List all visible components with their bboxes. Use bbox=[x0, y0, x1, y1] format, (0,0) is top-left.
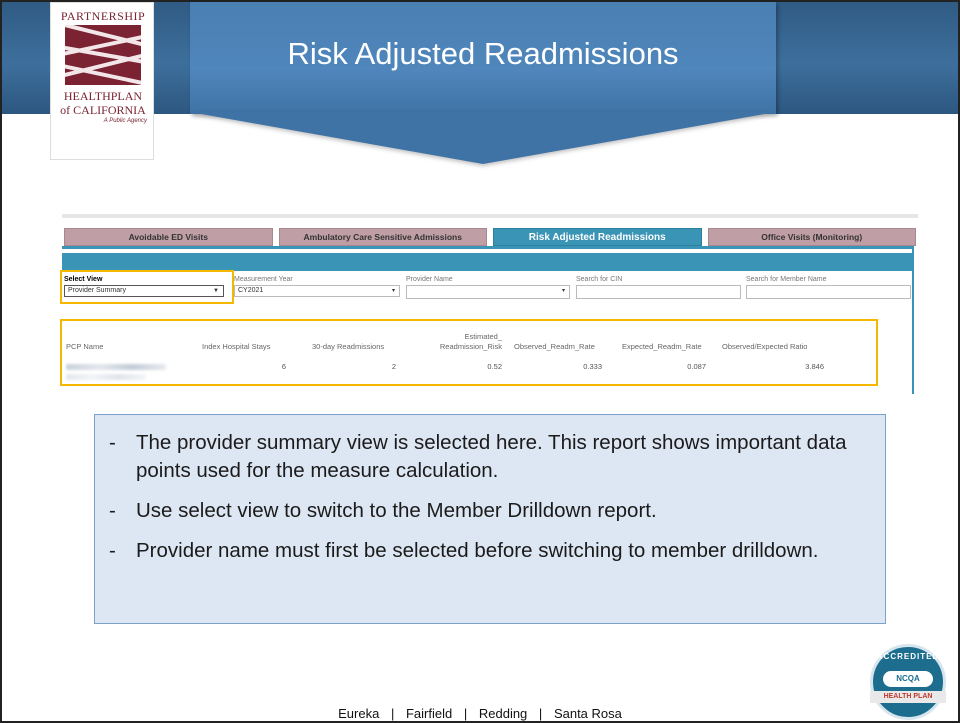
dashboard-top-rule bbox=[62, 214, 918, 218]
tab-avoidable-ed-visits[interactable]: Avoidable ED Visits bbox=[64, 228, 273, 246]
chevron-down-icon: ▾ bbox=[391, 288, 395, 294]
dashboard-tabs: Avoidable ED Visits Ambulatory Care Sens… bbox=[64, 228, 916, 246]
measurement-year-label: Measurement Year bbox=[234, 276, 293, 283]
search-member-input[interactable] bbox=[746, 285, 911, 299]
bullet-dash: - bbox=[109, 539, 116, 562]
footer-location-eureka: Eureka bbox=[338, 706, 380, 721]
chevron-down-icon: ▾ bbox=[561, 288, 565, 294]
footer-location-fairfield: Fairfield bbox=[405, 706, 453, 721]
provider-name-filter: Provider Name ▾ bbox=[406, 275, 570, 301]
measurement-year-value: CY2021 bbox=[238, 287, 264, 294]
search-cin-filter: Search for CIN bbox=[576, 275, 741, 301]
bullet-dash: - bbox=[109, 499, 116, 522]
tab-office-visits[interactable]: Office Visits (Monitoring) bbox=[707, 228, 916, 246]
seal-ring-text: ACCREDITED bbox=[876, 652, 940, 661]
logo-line2: of CALIFORNIA bbox=[60, 103, 146, 117]
list-item: - Provider name must first be selected b… bbox=[109, 537, 879, 565]
tab-risk-adjusted-readmissions[interactable]: Risk Adjusted Readmissions bbox=[493, 228, 702, 246]
bullet-dash: - bbox=[109, 431, 116, 454]
footer-locations: Eureka | Fairfield | Redding | Santa Ros… bbox=[2, 706, 958, 721]
seal-ncqa-text: NCQA bbox=[883, 671, 933, 687]
tab-ambulatory-care[interactable]: Ambulatory Care Sensitive Admissions bbox=[278, 228, 487, 246]
provider-name-dropdown[interactable]: ▾ bbox=[406, 285, 570, 299]
search-member-label: Search for Member Name bbox=[746, 276, 827, 283]
panel-top-bar bbox=[62, 246, 914, 249]
ncqa-accreditation-seal: ACCREDITED NCQA HEALTH PLAN bbox=[870, 644, 946, 720]
panel-header-bar bbox=[62, 253, 914, 271]
list-item: - The provider summary view is selected … bbox=[109, 429, 879, 485]
explanation-callout: - The provider summary view is selected … bbox=[94, 414, 886, 624]
callout-bullets: - The provider summary view is selected … bbox=[109, 429, 879, 577]
slide-title: Risk Adjusted Readmissions bbox=[287, 36, 679, 71]
footer-location-redding: Redding bbox=[478, 706, 528, 721]
measurement-year-filter: Measurement Year CY2021 ▾ bbox=[234, 275, 400, 301]
partnership-logo: PARTNERSHIP HEALTHPLAN of CALIFORNIA A P… bbox=[50, 2, 154, 160]
footer-separator: | bbox=[538, 706, 543, 721]
footer-separator: | bbox=[390, 706, 395, 721]
list-item: - Use select view to switch to the Membe… bbox=[109, 497, 879, 525]
title-banner-point bbox=[190, 112, 776, 164]
search-cin-label: Search for CIN bbox=[576, 276, 623, 283]
highlight-table bbox=[60, 319, 878, 386]
measurement-year-dropdown[interactable]: CY2021 ▾ bbox=[234, 285, 400, 297]
highlight-select-view bbox=[60, 270, 234, 304]
logo-line1: HEALTHPLAN bbox=[63, 89, 143, 103]
footer-location-santa-rosa: Santa Rosa bbox=[553, 706, 622, 721]
bullet-text: The provider summary view is selected he… bbox=[136, 431, 847, 482]
footer-separator: | bbox=[463, 706, 468, 721]
seal-band-text: HEALTH PLAN bbox=[870, 691, 946, 703]
logo-tagline: A Public Agency bbox=[103, 118, 147, 124]
slide: Risk Adjusted Readmissions PARTNERSHIP H… bbox=[0, 0, 960, 723]
bullet-text: Use select view to switch to the Member … bbox=[136, 499, 657, 522]
logo-top-text: PARTNERSHIP bbox=[60, 9, 146, 23]
search-cin-input[interactable] bbox=[576, 285, 741, 299]
logo-mark-icon bbox=[65, 25, 141, 85]
provider-name-label: Provider Name bbox=[406, 276, 453, 283]
bullet-text: Provider name must first be selected bef… bbox=[136, 539, 819, 562]
search-member-filter: Search for Member Name bbox=[746, 275, 911, 301]
